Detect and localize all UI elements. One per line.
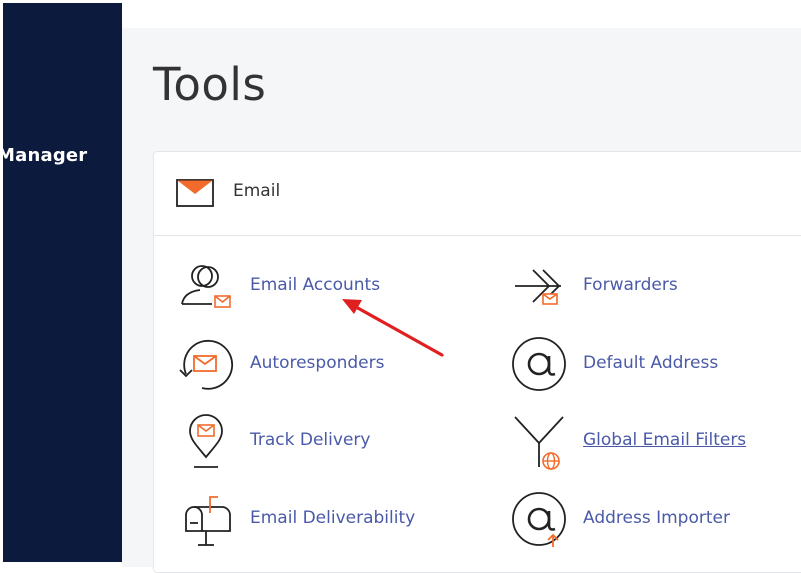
track-delivery-icon <box>189 414 223 468</box>
email-deliverability-icon <box>185 496 231 546</box>
top-bar <box>122 0 801 28</box>
panel-header[interactable]: Email <box>154 152 801 236</box>
address-importer-icon <box>512 492 566 547</box>
email-accounts-icon <box>181 265 231 308</box>
default-address-link[interactable]: Default Address <box>583 353 718 373</box>
page-title: Tools <box>153 58 267 111</box>
global-email-filters-link[interactable]: Global Email Filters <box>583 430 746 450</box>
default-address-icon <box>512 337 566 391</box>
track-delivery-link[interactable]: Track Delivery <box>250 430 370 450</box>
autoresponders-link[interactable]: Autoresponders <box>250 353 384 373</box>
global-email-filters-icon <box>514 416 564 470</box>
sidebar: Manager <box>3 3 122 562</box>
sidebar-item-manager[interactable]: Manager <box>3 145 87 166</box>
email-panel: Email Email Accounts Forwarders Autoresp… <box>153 151 801 573</box>
address-importer-link[interactable]: Address Importer <box>583 508 730 528</box>
forwarders-link[interactable]: Forwarders <box>583 275 678 295</box>
email-deliverability-link[interactable]: Email Deliverability <box>250 508 415 528</box>
main-content: Tools Email Email Accounts Forwarders Au… <box>122 0 801 573</box>
email-envelope-icon <box>176 179 214 207</box>
panel-title: Email <box>233 181 281 201</box>
autoresponders-icon <box>179 339 234 390</box>
forwarders-icon <box>515 269 561 305</box>
email-accounts-link[interactable]: Email Accounts <box>250 275 380 295</box>
